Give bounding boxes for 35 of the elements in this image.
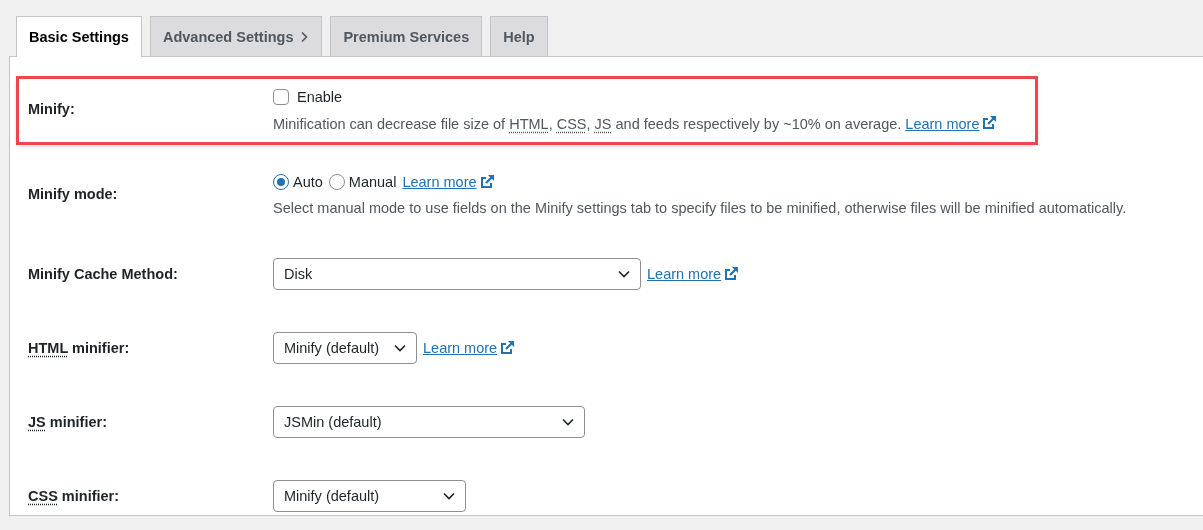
checkbox-label: Enable	[297, 89, 343, 105]
setting-label: Minify Cache Method:	[28, 265, 179, 284]
chevron-icon	[299, 30, 310, 43]
tab[interactable]: Help	[490, 16, 548, 56]
dropdown[interactable]: Disk	[273, 258, 641, 290]
tab[interactable]: Advanced Settings	[149, 16, 323, 56]
setting-label: CSS minifier:	[28, 487, 121, 506]
dropdown[interactable]: Minify (default)	[273, 480, 466, 512]
dropdown[interactable]: JSMin (default)	[273, 406, 585, 438]
setting-label: HTML minifier:	[28, 339, 131, 358]
learn-more-link[interactable]: Learn more	[647, 266, 722, 282]
dropdown[interactable]: Minify (default)	[273, 332, 417, 364]
external-link-icon	[499, 340, 516, 356]
caret-icon	[394, 344, 406, 352]
setting-label: JS minifier:	[28, 413, 108, 432]
caret-icon	[443, 492, 455, 500]
learn-more-link[interactable]: Learn more	[905, 116, 980, 132]
external-link-icon	[723, 266, 740, 282]
radio-label: Auto	[293, 174, 323, 190]
learn-more-link[interactable]: Learn more	[402, 174, 477, 190]
checkbox[interactable]	[273, 89, 289, 105]
caret-icon	[562, 418, 574, 426]
caret-icon	[618, 270, 630, 278]
radio-label: Manual	[348, 174, 397, 190]
tab[interactable]: Premium Services	[330, 16, 483, 56]
setting-description: Minification can decrease file size of HTML, CSS, JS and feeds respectively by ~10% on average. Learn more	[273, 115, 1035, 132]
learn-more-link[interactable]: Learn more	[423, 340, 498, 356]
radio-button[interactable]	[273, 174, 289, 190]
external-link-icon	[478, 174, 495, 190]
setting-label: Minify:	[28, 100, 76, 119]
setting-description: Select manual mode to use fields on the Minify settings tab to specify files to be minified, otherwise files will be minified automatically.	[273, 200, 1127, 216]
tab[interactable]: Basic Settings	[16, 16, 142, 57]
radio-button[interactable]	[328, 174, 345, 190]
setting-label: Minify mode:	[28, 185, 119, 204]
external-link-icon	[981, 115, 998, 131]
